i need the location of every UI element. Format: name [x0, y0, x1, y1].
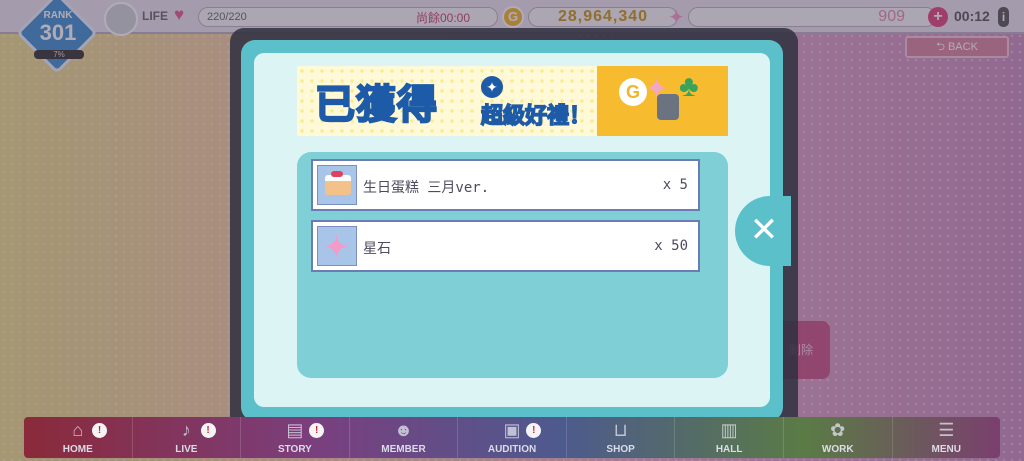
audition-icon: ▣ [503, 420, 521, 440]
item-quantity: x 5 [662, 177, 688, 193]
nav-shop[interactable]: ⊔ SHOP [567, 417, 676, 458]
nav-member[interactable]: ☻ MEMBER [350, 417, 459, 458]
work-icon: ✿ [830, 420, 846, 440]
close-icon: ✕ [741, 208, 787, 254]
list-item: 生日蛋糕 三月ver. x 5 [311, 159, 700, 211]
lock-icon [657, 94, 679, 120]
nav-label: STORY [277, 444, 312, 455]
nav-label: MEMBER [381, 444, 426, 455]
nav-work[interactable]: ✿ WORK [784, 417, 893, 458]
nav-label: HALL [715, 444, 743, 455]
nav-label: HOME [62, 444, 93, 455]
nav-label: WORK [821, 444, 854, 455]
item-name: 星石 [363, 241, 391, 257]
item-quantity: x 50 [654, 238, 688, 254]
nav-menu[interactable]: ☰ MENU [893, 417, 1001, 458]
star-stone-icon: ✦ [317, 226, 357, 266]
treasure-box-icon: G ✦ ♣ [597, 66, 728, 136]
member-icon: ☻ [393, 420, 413, 440]
home-icon: ⌂ [72, 420, 84, 440]
music-icon: ♪ [181, 420, 191, 440]
nav-hall[interactable]: ▥ HALL [675, 417, 784, 458]
nav-audition[interactable]: ▣! AUDITION [458, 417, 567, 458]
alert-badge: ! [200, 423, 216, 438]
reward-banner: 已獲得 ✦ 超級好禮！ G ✦ ♣ [297, 66, 728, 136]
nav-label: AUDITION [487, 444, 537, 455]
nav-label: MENU [931, 444, 961, 455]
basket-icon: ⊔ [613, 420, 628, 440]
menu-icon: ☰ [938, 420, 955, 440]
bottom-nav: ⌂! HOME ♪! LIVE ▤! STORY ☻ MEMBER ▣! AUDITION… [24, 417, 1000, 458]
list-item: ✦ 星石 x 50 [311, 220, 700, 272]
item-name: 生日蛋糕 三月ver. [363, 180, 490, 196]
nav-label: SHOP [606, 444, 635, 455]
banner-subtitle: 超級好禮！ [480, 102, 592, 129]
nav-story[interactable]: ▤! STORY [241, 417, 350, 458]
banner-title: 已獲得 [314, 82, 438, 128]
nav-home[interactable]: ⌂! HOME [24, 417, 133, 458]
cake-icon [317, 165, 357, 205]
clover-icon: ♣ [679, 70, 699, 103]
sparkle-icon: ✦ [481, 76, 503, 98]
gold-coin-icon: G [619, 78, 647, 106]
nav-label: LIVE [175, 444, 198, 455]
book-icon: ▤ [286, 420, 304, 440]
alert-badge: ! [92, 423, 107, 438]
nav-live[interactable]: ♪! LIVE [133, 417, 242, 458]
hall-icon: ▥ [720, 420, 738, 440]
